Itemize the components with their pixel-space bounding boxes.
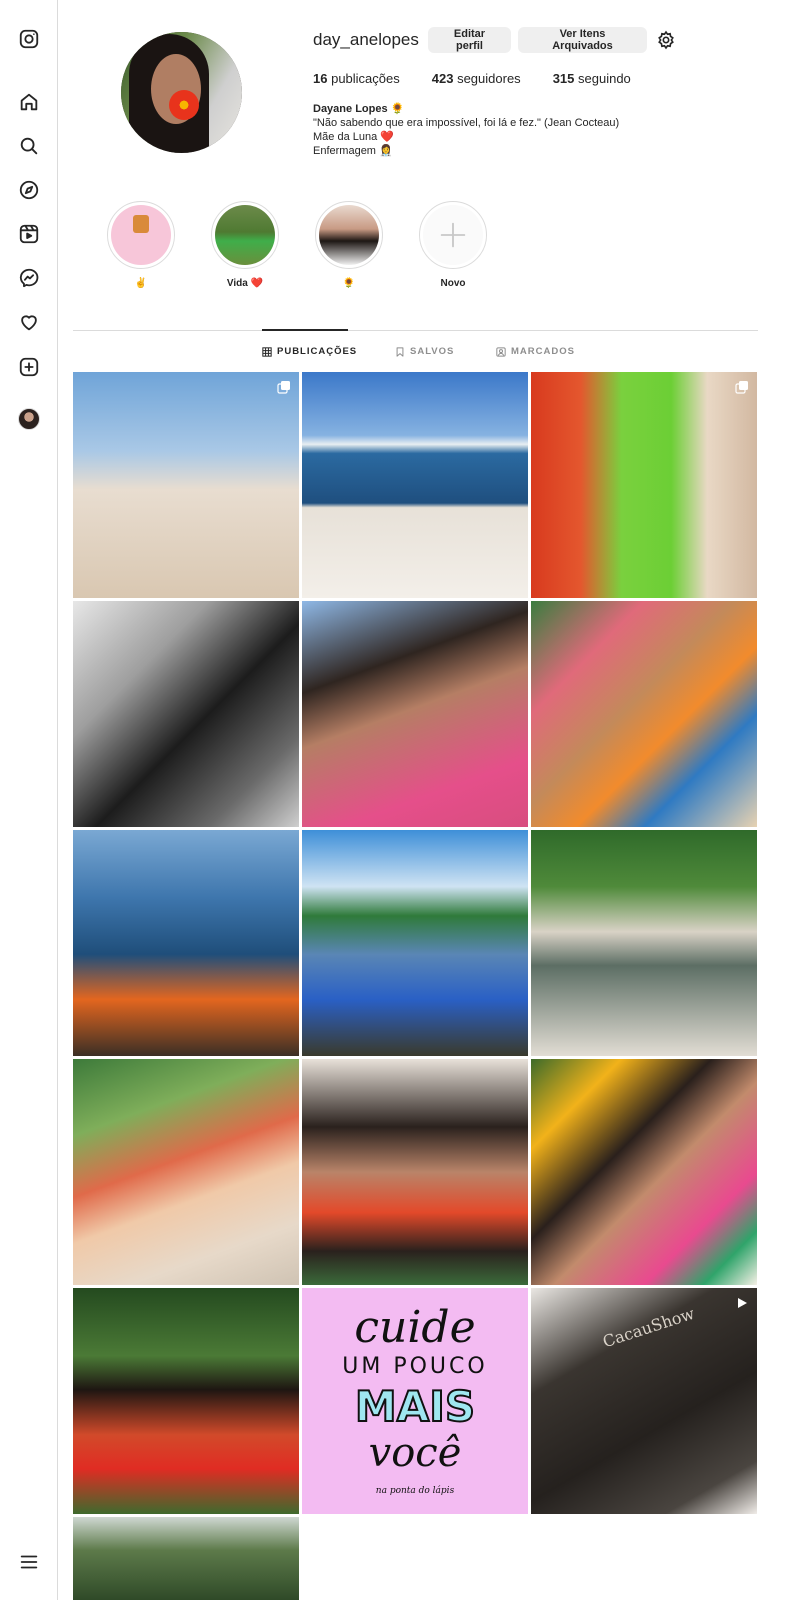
post-thumbnail[interactable] xyxy=(531,601,757,827)
tagged-icon xyxy=(496,346,506,357)
tabs-divider xyxy=(73,330,758,331)
new-highlight-button[interactable]: Novo xyxy=(418,201,488,290)
tab-posts[interactable]: PUBLICAÇÕES xyxy=(262,346,357,357)
post-thumbnail[interactable] xyxy=(531,1059,757,1285)
highlight-label: Vida ❤️ xyxy=(226,278,264,289)
quote-text: MAIS xyxy=(354,1381,476,1432)
create-icon[interactable] xyxy=(17,355,41,379)
plus-icon xyxy=(423,205,483,265)
post-thumbnail[interactable] xyxy=(531,830,757,1056)
display-name: Dayane Lopes 🌻 xyxy=(313,103,405,115)
heart-icon[interactable] xyxy=(17,310,41,334)
quote-credit: na ponta do lápis xyxy=(375,1486,455,1496)
posts-stat[interactable]: 16 publicações xyxy=(313,71,400,86)
quote-text: UM POUCO xyxy=(342,1354,488,1379)
post-thumbnail[interactable]: CacauShow xyxy=(531,1288,757,1514)
post-thumbnail[interactable] xyxy=(302,830,528,1056)
brand-text: CacauShow xyxy=(600,1303,697,1352)
bio-line: "Não sabendo que era impossível, foi lá … xyxy=(313,117,620,129)
messenger-icon[interactable] xyxy=(17,266,41,290)
view-archive-button[interactable]: Ver Itens Arquivados xyxy=(518,27,647,53)
settings-icon[interactable] xyxy=(656,30,676,50)
post-thumbnail[interactable] xyxy=(73,372,299,598)
tab-saved[interactable]: SALVOS xyxy=(395,346,454,357)
post-thumbnail[interactable] xyxy=(302,601,528,827)
story-highlight[interactable]: ✌️ xyxy=(106,201,176,290)
quote-text: você xyxy=(368,1430,462,1476)
post-thumbnail[interactable] xyxy=(531,372,757,598)
carousel-icon xyxy=(277,381,290,394)
post-thumbnail[interactable] xyxy=(73,1059,299,1285)
highlight-label: 🌻 xyxy=(342,278,356,289)
hamburger-icon[interactable] xyxy=(18,1551,40,1573)
quote-text: cuide xyxy=(354,1302,476,1353)
post-thumbnail[interactable] xyxy=(73,1517,299,1600)
sidebar xyxy=(0,0,58,1600)
explore-icon[interactable] xyxy=(17,178,41,202)
following-stat[interactable]: 315 seguindo xyxy=(553,71,631,86)
carousel-icon xyxy=(735,381,748,394)
post-thumbnail[interactable] xyxy=(302,372,528,598)
search-icon[interactable] xyxy=(17,134,41,158)
tab-tagged[interactable]: MARCADOS xyxy=(496,346,575,357)
post-thumbnail[interactable] xyxy=(73,830,299,1056)
profile-bio: Dayane Lopes 🌻 "Não sabendo que era impo… xyxy=(313,102,619,158)
post-thumbnail[interactable]: cuide UM POUCO MAIS você na ponta do láp… xyxy=(302,1288,528,1514)
highlight-label: Novo xyxy=(440,278,466,289)
reel-icon xyxy=(738,1298,747,1308)
username: day_anelopes xyxy=(313,30,419,49)
active-tab-indicator xyxy=(262,329,348,331)
instagram-logo-icon[interactable] xyxy=(17,27,41,51)
bookmark-icon xyxy=(396,346,404,357)
profile-picture[interactable] xyxy=(121,32,242,153)
edit-profile-button[interactable]: Editar perfil xyxy=(428,27,511,53)
profile-avatar-nav[interactable] xyxy=(18,408,40,430)
grid-icon xyxy=(262,346,272,357)
followers-stat[interactable]: 423 seguidores xyxy=(432,71,521,86)
bio-line: Mãe da Luna ❤️ xyxy=(313,131,394,143)
post-thumbnail[interactable] xyxy=(302,1059,528,1285)
post-thumbnail[interactable] xyxy=(73,1288,299,1514)
home-icon[interactable] xyxy=(17,90,41,114)
highlight-label: ✌️ xyxy=(134,278,148,289)
bio-line: Enfermagem 👩‍⚕️ xyxy=(313,145,393,157)
profile-stats: 16 publicações 423 seguidores 315 seguin… xyxy=(313,71,663,86)
post-thumbnail[interactable] xyxy=(73,601,299,827)
reels-icon[interactable] xyxy=(17,222,41,246)
story-highlight[interactable]: Vida ❤️ xyxy=(210,201,280,290)
story-highlight[interactable]: 🌻 xyxy=(314,201,384,290)
